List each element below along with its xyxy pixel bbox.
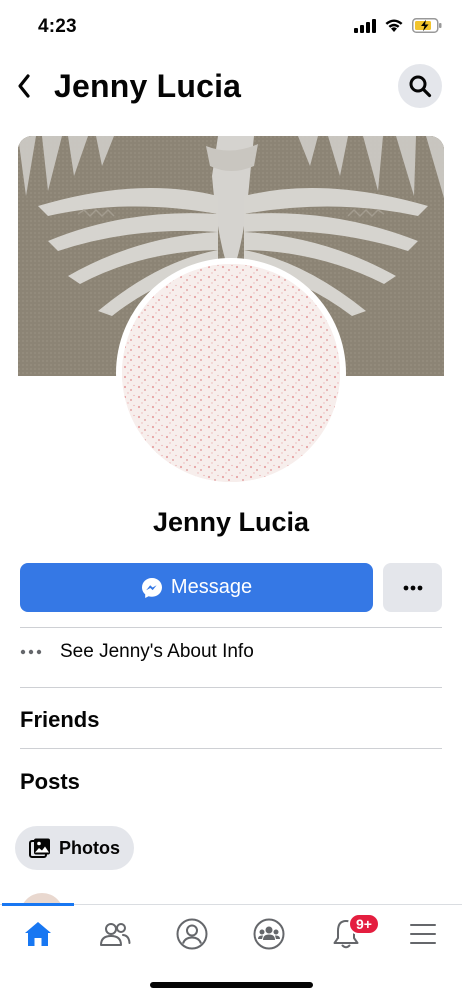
tab-groups[interactable]: [239, 911, 299, 957]
tab-friends[interactable]: [85, 911, 145, 957]
search-icon: [409, 75, 432, 98]
profile-picture-image: [122, 264, 340, 482]
groups-icon: [253, 918, 285, 950]
message-button[interactable]: Message: [20, 563, 373, 612]
about-info-label: See Jenny's About Info: [60, 641, 254, 662]
status-icons: [354, 18, 442, 33]
tab-profile[interactable]: [162, 911, 222, 957]
profile-picture[interactable]: [116, 258, 346, 488]
status-bar: 4:23: [0, 0, 462, 56]
menu-icon: [410, 924, 436, 944]
more-dots-icon: [20, 649, 42, 655]
home-indicator[interactable]: [150, 982, 313, 988]
chevron-left-icon: [18, 74, 30, 98]
posts-section-title: Posts: [20, 769, 80, 794]
friends-section-title: Friends: [20, 707, 100, 732]
status-time: 4:23: [38, 16, 77, 37]
back-button[interactable]: [10, 70, 38, 102]
wifi-icon: [385, 19, 403, 32]
photos-icon: [29, 838, 50, 858]
photos-label: Photos: [59, 837, 120, 858]
friends-icon: [100, 923, 131, 946]
divider: [20, 748, 442, 749]
tab-home[interactable]: [8, 911, 68, 957]
battery-charging-icon: [412, 18, 442, 33]
signal-icon: [354, 18, 376, 33]
photos-button[interactable]: Photos: [15, 826, 134, 870]
more-options-button[interactable]: [383, 563, 442, 612]
tab-menu[interactable]: [393, 911, 453, 957]
profile-icon: [176, 918, 208, 950]
more-dots-icon: [403, 585, 422, 590]
search-button[interactable]: [398, 64, 442, 108]
message-label: Message: [170, 576, 253, 598]
divider: [20, 627, 442, 628]
profile-name: Jenny Lucia: [152, 507, 310, 537]
bottom-tab-bar: 9+: [0, 903, 462, 962]
notifications-badge: 9+: [348, 913, 380, 935]
page-title: Jenny Lucia: [54, 68, 242, 104]
messenger-icon: [141, 577, 162, 598]
header: Jenny Lucia: [0, 58, 462, 118]
about-info-row[interactable]: See Jenny's About Info: [20, 632, 442, 672]
about-dots-container: [20, 649, 60, 655]
home-icon: [25, 922, 51, 946]
active-tab-indicator: [2, 903, 74, 906]
divider: [20, 687, 442, 688]
tab-notifications[interactable]: 9+: [316, 911, 380, 957]
